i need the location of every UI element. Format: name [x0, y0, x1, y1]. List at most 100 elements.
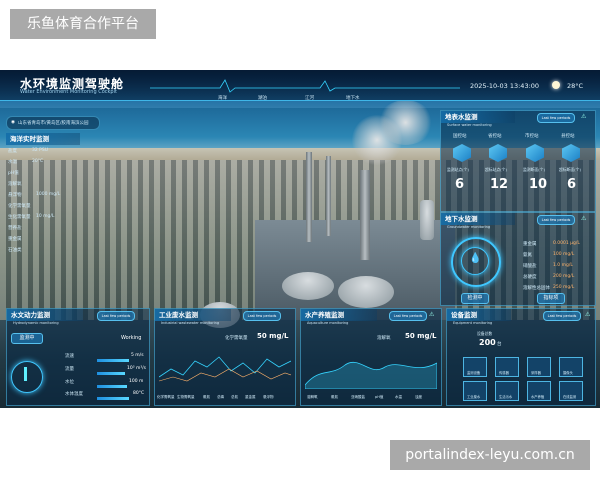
- chimney: [360, 170, 370, 260]
- equipment-tile-aquaculture[interactable]: 水产养殖: [527, 381, 551, 401]
- aqua-tab[interactable]: 水温: [395, 395, 402, 400]
- aqua-subtitle: Aquaculture monitoring: [307, 321, 349, 325]
- aqua-metric-value: 50 mg/L: [405, 332, 437, 340]
- flow-speed-bar: [97, 359, 129, 362]
- metric-value: 12: [490, 177, 509, 192]
- aqua-tab[interactable]: 浊度: [415, 395, 422, 400]
- industry-tab[interactable]: 总氮: [231, 395, 238, 400]
- ocean-row-value: 10 mg/L: [36, 214, 55, 219]
- equipment-period-button[interactable]: Last few periods: [543, 311, 581, 321]
- ocean-row: 生化需氧量 10 mg/L: [6, 214, 88, 225]
- industry-tab[interactable]: 生物需氧量: [177, 395, 195, 400]
- hydro-radar-gauge: [11, 361, 43, 393]
- flow-rate-bar: [97, 372, 125, 375]
- nav-tab-lake[interactable]: 湖泊: [258, 95, 267, 101]
- location-selector[interactable]: ◉ 山东省青岛市/黄岛区/胶南海滨公园: [6, 116, 100, 130]
- detecting-button[interactable]: 检测中: [461, 293, 489, 304]
- ocean-row: 营养盐: [6, 225, 88, 236]
- ocean-row-label: 悬浮物: [8, 193, 22, 198]
- aqua-tab[interactable]: 亚硝酸盐: [351, 395, 365, 400]
- station-type-label: 国控站: [453, 134, 467, 139]
- ocean-row-label: 重金属: [8, 237, 22, 242]
- ocean-row-label: 水温: [8, 160, 17, 165]
- surface-period-button[interactable]: Last few periods: [537, 113, 575, 123]
- hydro-row-value: 10³ m³/s: [127, 366, 147, 371]
- ocean-row-label: 溶解氧: [8, 182, 22, 187]
- groundwater-title: 地下水监测: [441, 213, 515, 225]
- warning-icon: ⚠: [585, 311, 591, 318]
- tile-label: 摄像头: [563, 371, 573, 375]
- equipment-tile-sampler[interactable]: 采样器: [527, 357, 551, 377]
- nav-tab-river[interactable]: 江河: [305, 95, 314, 101]
- indicator-button[interactable]: 指标项: [537, 293, 565, 304]
- city-station-icon: [526, 144, 544, 162]
- ocean-row: 重金属: [6, 236, 88, 247]
- hydro-working-label: Working: [121, 335, 142, 341]
- equipment-tile-sensor[interactable]: 传感器: [495, 357, 519, 377]
- equipment-tile-camera[interactable]: 摄像头: [559, 357, 583, 377]
- industry-tab[interactable]: 氨氮: [203, 395, 210, 400]
- equipment-count-unit: 台: [497, 342, 502, 347]
- ocean-row-label: pH值: [8, 171, 19, 176]
- industry-tab[interactable]: 化学需氧量: [157, 395, 175, 400]
- watermark-top: 乐鱼体育合作平台: [10, 9, 156, 39]
- sun-icon: [552, 81, 560, 89]
- equipment-tile-industrial[interactable]: 工业废水: [463, 381, 487, 401]
- hydro-period-button[interactable]: Last few periods: [97, 311, 135, 321]
- tile-label: 在线监测: [563, 395, 577, 399]
- aqua-period-button[interactable]: Last few periods: [389, 311, 427, 321]
- metric-value: 6: [455, 177, 465, 192]
- gw-row-label: 重金属: [523, 242, 537, 247]
- ocean-row: 溶解氧: [6, 181, 88, 192]
- surface-water-title: 地表水监测: [441, 111, 515, 123]
- aqua-title: 水产养殖监测: [301, 309, 377, 321]
- ocean-row-label: 盐度: [8, 149, 17, 154]
- groundwater-period-button[interactable]: Last few periods: [537, 215, 575, 225]
- hydro-row-label: 流速: [65, 354, 74, 359]
- industry-tab[interactable]: 悬浮物: [263, 395, 274, 400]
- aqua-tab[interactable]: 溶解氧: [307, 395, 318, 400]
- industry-title: 工业废水监测: [155, 309, 231, 321]
- datetime: 2025-10-03 13:43:00: [470, 82, 540, 90]
- industry-tab[interactable]: 重金属: [245, 395, 256, 400]
- equipment-count-label: 设备总数: [477, 331, 493, 336]
- gw-row-label: 总硬度: [523, 275, 537, 280]
- equipment-tile-online[interactable]: 在线监测: [559, 381, 583, 401]
- national-station-icon: [453, 144, 471, 162]
- metric-value: 6: [567, 177, 577, 192]
- equipment-tile-monitor[interactable]: 监测设备: [463, 357, 487, 377]
- ocean-row-label: 石油类: [8, 248, 22, 253]
- water-level-bar: [97, 385, 127, 388]
- ocean-row-value: 20°C: [32, 159, 44, 164]
- aqua-tab[interactable]: 氨氮: [331, 395, 338, 400]
- nav-tab-ocean[interactable]: 海洋: [218, 95, 227, 101]
- smoke-2: [378, 100, 433, 145]
- ocean-section-title: 海洋实时监测: [6, 133, 80, 145]
- hydro-status-button[interactable]: 监测中: [11, 333, 43, 344]
- metric-label: 超标断面(个): [559, 167, 581, 172]
- gw-row-value: 200 mg/L: [553, 274, 575, 279]
- storage-tank: [282, 272, 334, 300]
- hydro-row-label: 水位: [65, 380, 74, 385]
- nav-tab-groundwater[interactable]: 地下水: [346, 95, 360, 101]
- tile-label: 工业废水: [467, 395, 481, 399]
- industry-subtitle: Industrial wastewater monitoring: [161, 321, 220, 325]
- chimney-thin: [306, 152, 312, 242]
- ocean-row-label: 生化需氧量: [8, 215, 31, 220]
- industry-metric-value: 50 mg/L: [257, 332, 289, 340]
- equipment-title: 设备监测: [447, 309, 511, 321]
- hydro-row-value: 100 m: [129, 379, 144, 384]
- gw-row-label: 硝酸盐: [523, 264, 537, 269]
- industry-metric-label: 化学需氧量: [225, 336, 248, 341]
- equipment-panel: 设备监测 Equipment monitoring Last few perio…: [446, 308, 596, 406]
- station-type-label: 县控站: [561, 134, 575, 139]
- gw-row-label: 氨氮: [523, 253, 532, 258]
- metric-label: 监测断面(个): [523, 167, 545, 172]
- industry-tab[interactable]: 总磷: [217, 395, 224, 400]
- aqua-tab[interactable]: pH值: [375, 395, 383, 400]
- industry-period-button[interactable]: Last few periods: [243, 311, 281, 321]
- location-pin-icon: ◉: [11, 120, 15, 125]
- equipment-tile-domestic[interactable]: 生活污水: [495, 381, 519, 401]
- warning-icon: ⚠: [581, 215, 587, 222]
- gw-row-value: 0.0001 μg/L: [553, 241, 580, 246]
